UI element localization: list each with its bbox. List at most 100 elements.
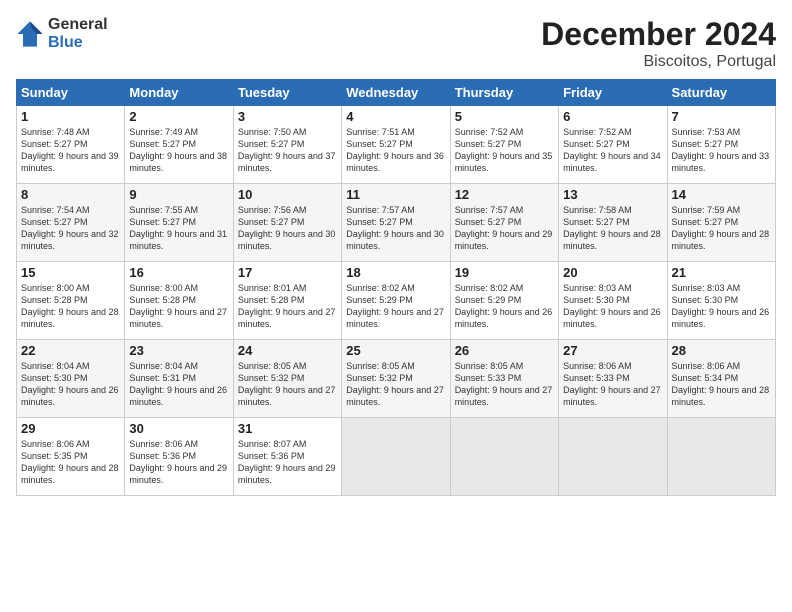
header: General Blue December 2024 Biscoitos, Po… bbox=[16, 16, 776, 71]
location-title: Biscoitos, Portugal bbox=[541, 53, 776, 71]
day-number: 9 bbox=[129, 187, 228, 202]
day-number: 20 bbox=[563, 265, 662, 280]
calendar-day: 22 Sunrise: 8:04 AMSunset: 5:30 PMDayligh… bbox=[17, 340, 125, 418]
day-info: Sunrise: 7:53 AMSunset: 5:27 PMDaylight:… bbox=[672, 126, 771, 175]
calendar-week: 1 Sunrise: 7:48 AMSunset: 5:27 PMDaylight… bbox=[17, 106, 776, 184]
day-number: 14 bbox=[672, 187, 771, 202]
day-info: Sunrise: 8:04 AMSunset: 5:31 PMDaylight:… bbox=[129, 360, 228, 409]
calendar-day: 19 Sunrise: 8:02 AMSunset: 5:29 PMDayligh… bbox=[450, 262, 558, 340]
day-info: Sunrise: 8:06 AMSunset: 5:33 PMDaylight:… bbox=[563, 360, 662, 409]
calendar-week: 8 Sunrise: 7:54 AMSunset: 5:27 PMDaylight… bbox=[17, 184, 776, 262]
day-info: Sunrise: 8:05 AMSunset: 5:32 PMDaylight:… bbox=[238, 360, 337, 409]
day-number: 7 bbox=[672, 109, 771, 124]
weekday-header: Wednesday bbox=[342, 80, 450, 106]
calendar-day: 13Sunrise: 7:58 AMSunset: 5:27 PMDayligh… bbox=[559, 184, 667, 262]
weekday-header: Monday bbox=[125, 80, 233, 106]
calendar-day: 2 Sunrise: 7:49 AMSunset: 5:27 PMDaylight… bbox=[125, 106, 233, 184]
day-info: Sunrise: 8:03 AMSunset: 5:30 PMDaylight:… bbox=[563, 282, 662, 331]
day-info: Sunrise: 7:52 AMSunset: 5:27 PMDaylight:… bbox=[455, 126, 554, 175]
header-row: SundayMondayTuesdayWednesdayThursdayFrid… bbox=[17, 80, 776, 106]
calendar-day: 9 Sunrise: 7:55 AMSunset: 5:27 PMDaylight… bbox=[125, 184, 233, 262]
day-number: 6 bbox=[563, 109, 662, 124]
calendar-day: 14 Sunrise: 7:59 AMSunset: 5:27 PMDayligh… bbox=[667, 184, 775, 262]
day-number: 31 bbox=[238, 421, 337, 436]
day-info: Sunrise: 7:50 AMSunset: 5:27 PMDaylight:… bbox=[238, 126, 337, 175]
logo-general: General bbox=[48, 16, 108, 34]
day-info: Sunrise: 7:55 AMSunset: 5:27 PMDaylight:… bbox=[129, 204, 228, 253]
calendar-week: 15 Sunrise: 8:00 AMSunset: 5:28 PMDayligh… bbox=[17, 262, 776, 340]
day-number: 5 bbox=[455, 109, 554, 124]
calendar-day: 29 Sunrise: 8:06 AMSunset: 5:35 PMDayligh… bbox=[17, 418, 125, 496]
day-info: Sunrise: 8:05 AMSunset: 5:32 PMDaylight:… bbox=[346, 360, 445, 409]
title-block: December 2024 Biscoitos, Portugal bbox=[541, 16, 776, 71]
day-info: Sunrise: 7:56 AMSunset: 5:27 PMDaylight:… bbox=[238, 204, 337, 253]
day-number: 25 bbox=[346, 343, 445, 358]
calendar-day bbox=[450, 418, 558, 496]
day-number: 17 bbox=[238, 265, 337, 280]
day-number: 16 bbox=[129, 265, 228, 280]
day-number: 23 bbox=[129, 343, 228, 358]
calendar-day: 30 Sunrise: 8:06 AMSunset: 5:36 PMDayligh… bbox=[125, 418, 233, 496]
day-info: Sunrise: 7:49 AMSunset: 5:27 PMDaylight:… bbox=[129, 126, 228, 175]
day-info: Sunrise: 7:57 AMSunset: 5:27 PMDaylight:… bbox=[455, 204, 554, 253]
day-info: Sunrise: 8:00 AMSunset: 5:28 PMDaylight:… bbox=[21, 282, 120, 331]
day-number: 4 bbox=[346, 109, 445, 124]
calendar-day: 20 Sunrise: 8:03 AMSunset: 5:30 PMDayligh… bbox=[559, 262, 667, 340]
calendar-day: 23 Sunrise: 8:04 AMSunset: 5:31 PMDayligh… bbox=[125, 340, 233, 418]
calendar-day: 15 Sunrise: 8:00 AMSunset: 5:28 PMDayligh… bbox=[17, 262, 125, 340]
day-info: Sunrise: 7:48 AMSunset: 5:27 PMDaylight:… bbox=[21, 126, 120, 175]
day-number: 19 bbox=[455, 265, 554, 280]
calendar-day: 31 Sunrise: 8:07 AMSunset: 5:36 PMDayligh… bbox=[233, 418, 341, 496]
calendar-day: 6 Sunrise: 7:52 AMSunset: 5:27 PMDaylight… bbox=[559, 106, 667, 184]
calendar-day: 25 Sunrise: 8:05 AMSunset: 5:32 PMDayligh… bbox=[342, 340, 450, 418]
day-info: Sunrise: 8:01 AMSunset: 5:28 PMDaylight:… bbox=[238, 282, 337, 331]
calendar-day: 8 Sunrise: 7:54 AMSunset: 5:27 PMDaylight… bbox=[17, 184, 125, 262]
day-number: 30 bbox=[129, 421, 228, 436]
day-number: 28 bbox=[672, 343, 771, 358]
day-info: Sunrise: 7:59 AMSunset: 5:27 PMDaylight:… bbox=[672, 204, 771, 253]
day-info: Sunrise: 8:07 AMSunset: 5:36 PMDaylight:… bbox=[238, 438, 337, 487]
day-number: 29 bbox=[21, 421, 120, 436]
day-info: Sunrise: 8:04 AMSunset: 5:30 PMDaylight:… bbox=[21, 360, 120, 409]
calendar-day: 17 Sunrise: 8:01 AMSunset: 5:28 PMDayligh… bbox=[233, 262, 341, 340]
weekday-header: Thursday bbox=[450, 80, 558, 106]
day-info: Sunrise: 7:51 AMSunset: 5:27 PMDaylight:… bbox=[346, 126, 445, 175]
calendar-day bbox=[559, 418, 667, 496]
day-info: Sunrise: 8:06 AMSunset: 5:36 PMDaylight:… bbox=[129, 438, 228, 487]
day-info: Sunrise: 8:00 AMSunset: 5:28 PMDaylight:… bbox=[129, 282, 228, 331]
calendar-day: 16 Sunrise: 8:00 AMSunset: 5:28 PMDayligh… bbox=[125, 262, 233, 340]
day-number: 1 bbox=[21, 109, 120, 124]
day-number: 21 bbox=[672, 265, 771, 280]
day-number: 18 bbox=[346, 265, 445, 280]
logo-blue: Blue bbox=[48, 34, 108, 52]
day-number: 2 bbox=[129, 109, 228, 124]
day-info: Sunrise: 8:03 AMSunset: 5:30 PMDaylight:… bbox=[672, 282, 771, 331]
day-number: 15 bbox=[21, 265, 120, 280]
day-number: 24 bbox=[238, 343, 337, 358]
calendar-day bbox=[342, 418, 450, 496]
weekday-header: Friday bbox=[559, 80, 667, 106]
calendar-day: 27Sunrise: 8:06 AMSunset: 5:33 PMDayligh… bbox=[559, 340, 667, 418]
day-info: Sunrise: 8:06 AMSunset: 5:35 PMDaylight:… bbox=[21, 438, 120, 487]
logo-text: General Blue bbox=[48, 16, 108, 51]
day-number: 22 bbox=[21, 343, 120, 358]
calendar-day: 24 Sunrise: 8:05 AMSunset: 5:32 PMDayligh… bbox=[233, 340, 341, 418]
weekday-header: Tuesday bbox=[233, 80, 341, 106]
day-info: Sunrise: 7:54 AMSunset: 5:27 PMDaylight:… bbox=[21, 204, 120, 253]
day-info: Sunrise: 7:52 AMSunset: 5:27 PMDaylight:… bbox=[563, 126, 662, 175]
calendar-day: 5 Sunrise: 7:52 AMSunset: 5:27 PMDaylight… bbox=[450, 106, 558, 184]
calendar-week: 22 Sunrise: 8:04 AMSunset: 5:30 PMDayligh… bbox=[17, 340, 776, 418]
calendar-week: 29 Sunrise: 8:06 AMSunset: 5:35 PMDayligh… bbox=[17, 418, 776, 496]
day-info: Sunrise: 7:57 AMSunset: 5:27 PMDaylight:… bbox=[346, 204, 445, 253]
calendar-day: 28Sunrise: 8:06 AMSunset: 5:34 PMDayligh… bbox=[667, 340, 775, 418]
day-number: 26 bbox=[455, 343, 554, 358]
day-info: Sunrise: 8:02 AMSunset: 5:29 PMDaylight:… bbox=[455, 282, 554, 331]
calendar-day: 10 Sunrise: 7:56 AMSunset: 5:27 PMDayligh… bbox=[233, 184, 341, 262]
calendar-day: 26Sunrise: 8:05 AMSunset: 5:33 PMDayligh… bbox=[450, 340, 558, 418]
day-number: 8 bbox=[21, 187, 120, 202]
calendar-day: 1 Sunrise: 7:48 AMSunset: 5:27 PMDaylight… bbox=[17, 106, 125, 184]
day-number: 10 bbox=[238, 187, 337, 202]
weekday-header: Sunday bbox=[17, 80, 125, 106]
calendar-day: 3Sunrise: 7:50 AMSunset: 5:27 PMDaylight… bbox=[233, 106, 341, 184]
day-number: 12 bbox=[455, 187, 554, 202]
